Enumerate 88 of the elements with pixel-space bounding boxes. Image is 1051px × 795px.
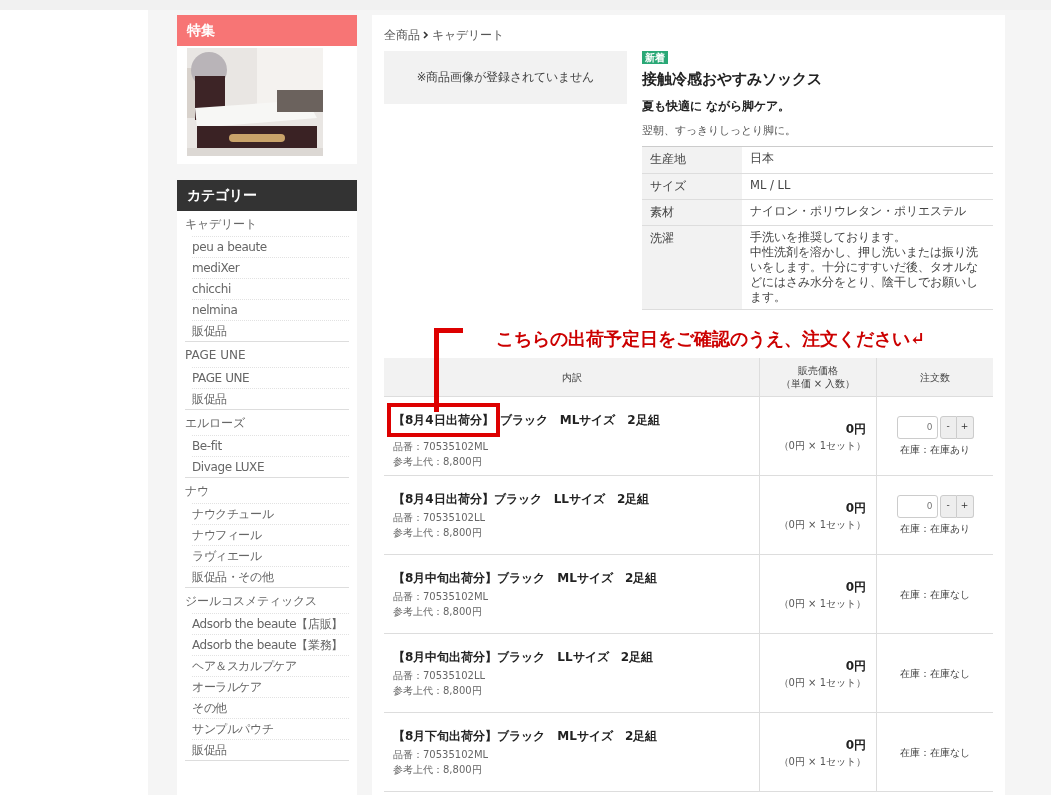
category-link[interactable]: PAGE UNE: [185, 342, 349, 367]
column-header: 販売価格: [798, 364, 838, 377]
stock-status: 在庫：在庫なし: [900, 745, 970, 760]
unit-price: （0円 × 1セット）: [778, 517, 866, 532]
subcategory-link[interactable]: chicchi: [192, 278, 349, 299]
subcategory-link[interactable]: ヘア＆スカルプケア: [192, 655, 349, 676]
item-code: 品番：70535102LL: [393, 669, 487, 683]
item-name: ブラック LLサイズ 2足組: [493, 491, 650, 508]
breadcrumb-link[interactable]: キャデリート: [432, 26, 504, 44]
subcategory-link[interactable]: Adsorb the beaute【業務】: [192, 634, 349, 655]
breadcrumb-link[interactable]: 全商品: [384, 26, 420, 44]
subcategory-link[interactable]: その他: [192, 697, 349, 718]
product-title: 接触冷感おやすみソックス: [642, 69, 823, 90]
section-header: 特集: [177, 15, 357, 46]
new-badge: 新着: [642, 51, 668, 64]
item-name: ブラック MLサイズ 2足組: [499, 412, 660, 429]
subcategory-link[interactable]: Adsorb the beaute【店販】: [192, 613, 349, 634]
category-link[interactable]: キャデリート: [185, 211, 349, 236]
stock-status: 在庫：在庫なし: [900, 666, 970, 681]
subcategory-link[interactable]: peu a beaute: [192, 236, 349, 257]
product-catch: 夏も快適に ながら脚ケア。: [642, 97, 792, 115]
quantity-field[interactable]: 0: [896, 494, 938, 518]
category-link[interactable]: ナウ: [185, 478, 349, 503]
unit-price: （0円 × 1セット）: [778, 675, 866, 690]
decrement-button[interactable]: -: [939, 494, 957, 518]
no-image-message: ※商品画像が登録されていません: [416, 68, 595, 86]
decrement-button[interactable]: -: [939, 415, 957, 439]
retail-price: 参考上代：8,800円: [393, 526, 483, 540]
quantity-field[interactable]: 0: [896, 415, 938, 439]
price: 0円: [845, 657, 866, 675]
subcategory-link[interactable]: Be-fit: [192, 435, 349, 456]
subcategory-link[interactable]: 販促品: [192, 320, 349, 341]
shipping-date: 【8月中旬出荷分】: [393, 649, 498, 666]
retail-price: 参考上代：8,800円: [393, 684, 483, 698]
price: 0円: [845, 736, 866, 754]
subcategory-link[interactable]: ナウクチュール: [192, 503, 349, 524]
price: 0円: [845, 499, 866, 517]
price: 0円: [845, 578, 866, 596]
unit-price: （0円 × 1セット）: [778, 596, 866, 611]
category-link[interactable]: ジールコスメティックス: [185, 588, 349, 613]
shipping-date: 【8月4日出荷分】: [387, 403, 500, 437]
subcategory-link[interactable]: mediXer: [192, 257, 349, 278]
price: 0円: [845, 420, 866, 438]
category-link[interactable]: エルローズ: [185, 410, 349, 435]
item-code: 品番：70535102ML: [393, 590, 490, 604]
retail-price: 参考上代：8,800円: [393, 605, 483, 619]
subcategory-link[interactable]: オーラルケア: [192, 676, 349, 697]
spec-value: ナイロン・ポリウレタン・ポリエステル: [750, 203, 967, 219]
stock-status: 在庫：在庫なし: [900, 587, 970, 602]
spec-value: 中性洗剤を溶かし、押し洗いまたは振り洗いをします。十分にすすいだ後、タオルなどにはさみ水分をとり、陰干しでお願いします。: [750, 245, 979, 305]
item-name: ブラック MLサイズ 2足組: [497, 728, 658, 745]
section-header: カテゴリー: [177, 180, 357, 211]
shipping-date: 【8月中旬出荷分】: [393, 570, 498, 587]
subcategory-link[interactable]: nelmina: [192, 299, 349, 320]
column-subheader: （単価 × 入数）: [780, 377, 856, 390]
chevron-icon: [423, 31, 429, 39]
subcategory-link[interactable]: 販促品・その他: [192, 566, 349, 587]
spec-value: 手洗いを推奨しております。: [750, 230, 907, 245]
subcategory-link[interactable]: 販促品: [192, 388, 349, 409]
spec-value: ML / LL: [750, 177, 792, 193]
column-header: 内訳: [561, 370, 582, 384]
item-code: 品番：70535102LL: [393, 511, 487, 525]
item-code: 品番：70535102ML: [393, 748, 490, 762]
shipping-date: 【8月4日出荷分】: [393, 491, 494, 508]
subcategory-link[interactable]: ラヴィエール: [192, 545, 349, 566]
unit-price: （0円 × 1セット）: [778, 754, 866, 769]
spec-label: 素材: [642, 199, 742, 225]
subcategory-link[interactable]: ナウフィール: [192, 524, 349, 545]
stock-status: 在庫：在庫あり: [900, 442, 970, 457]
stock-status: 在庫：在庫あり: [900, 521, 970, 536]
unit-price: （0円 × 1セット）: [778, 438, 866, 453]
retail-price: 参考上代：8,800円: [393, 455, 483, 469]
spec-label: サイズ: [642, 173, 742, 199]
item-name: ブラック LLサイズ 2足組: [497, 649, 653, 666]
spec-value: 日本: [750, 151, 775, 167]
retail-price: 参考上代：8,800円: [393, 763, 483, 777]
product-description: 翌朝、すっきりしっとり脚に。: [642, 122, 797, 138]
subcategory-link[interactable]: Divage LUXE: [192, 456, 349, 477]
spec-label: 生産地: [642, 147, 742, 173]
item-code: 品番：70535102ML: [393, 440, 490, 454]
spec-label: 洗濯: [642, 226, 742, 309]
shipping-date: 【8月下旬出荷分】: [393, 728, 498, 745]
annotation-text: こちらの出荷予定日をご確認のうえ、注文ください↵: [495, 326, 927, 351]
column-header: 注文数: [920, 370, 950, 384]
item-name: ブラック MLサイズ 2足組: [497, 570, 658, 587]
subcategory-link[interactable]: サンプルパウチ: [192, 718, 349, 739]
subcategory-link[interactable]: PAGE UNE: [192, 367, 349, 388]
subcategory-link[interactable]: 販促品: [192, 739, 349, 760]
